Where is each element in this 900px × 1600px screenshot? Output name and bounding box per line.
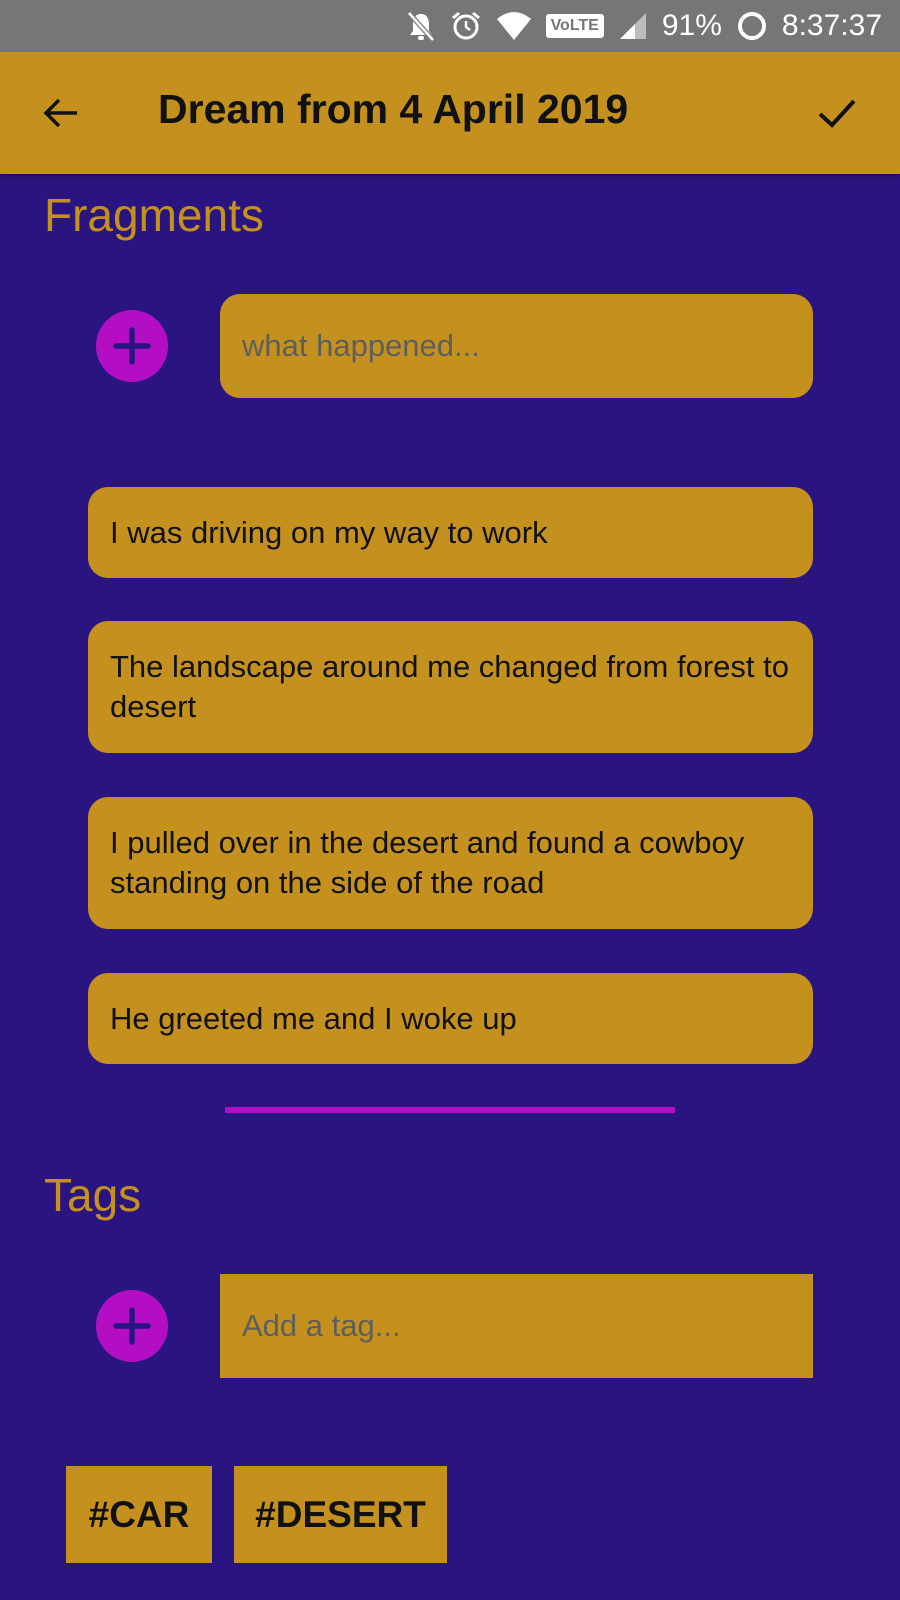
dream-editor-screen: VoLTE 91% 8:37:37 Dream from 4 April 201… bbox=[0, 0, 900, 1600]
back-button[interactable] bbox=[38, 90, 84, 136]
page-title: Dream from 4 April 2019 bbox=[158, 86, 629, 132]
tag-input-placeholder: Add a tag... bbox=[242, 1308, 401, 1343]
status-bar: VoLTE 91% 8:37:37 bbox=[0, 0, 900, 52]
fragment-text: He greeted me and I woke up bbox=[110, 1000, 517, 1036]
fragment-item[interactable]: He greeted me and I woke up bbox=[88, 973, 813, 1064]
volte-icon: VoLTE bbox=[545, 14, 604, 38]
battery-ring-icon bbox=[736, 10, 768, 42]
fragment-input-placeholder: what happened... bbox=[242, 328, 480, 363]
fragment-text: The landscape around me changed from for… bbox=[110, 649, 789, 724]
fragment-item[interactable]: The landscape around me changed from for… bbox=[88, 621, 813, 753]
section-divider bbox=[225, 1107, 675, 1113]
fragment-item[interactable]: I pulled over in the desert and found a … bbox=[88, 797, 813, 929]
plus-icon bbox=[113, 1307, 151, 1345]
alarm-icon bbox=[450, 10, 482, 42]
add-tag-button[interactable] bbox=[96, 1290, 168, 1362]
check-icon bbox=[818, 99, 856, 128]
tags-heading: Tags bbox=[44, 1169, 142, 1221]
fragments-heading: Fragments bbox=[44, 189, 264, 241]
signal-icon bbox=[618, 11, 648, 41]
tag-input[interactable]: Add a tag... bbox=[220, 1274, 813, 1378]
tag-chip-desert[interactable]: #DESERT bbox=[234, 1466, 447, 1563]
clock: 8:37:37 bbox=[781, 9, 882, 42]
save-button[interactable] bbox=[814, 90, 860, 136]
fragment-item[interactable]: I was driving on my way to work bbox=[88, 487, 813, 578]
fragment-text: I pulled over in the desert and found a … bbox=[110, 825, 745, 900]
tag-label: #DESERT bbox=[255, 1493, 426, 1535]
notifications-off-icon bbox=[406, 10, 436, 42]
arrow-back-icon bbox=[43, 98, 77, 128]
wifi-icon bbox=[496, 11, 532, 41]
tag-chip-car[interactable]: #CAR bbox=[66, 1466, 212, 1563]
app-bar: Dream from 4 April 2019 bbox=[0, 52, 900, 174]
tag-label: #CAR bbox=[88, 1493, 190, 1535]
plus-icon bbox=[113, 327, 151, 365]
battery-percent: 91% bbox=[661, 9, 722, 42]
fragment-text: I was driving on my way to work bbox=[110, 514, 548, 550]
add-fragment-button[interactable] bbox=[96, 310, 168, 382]
fragment-input[interactable]: what happened... bbox=[220, 294, 813, 398]
